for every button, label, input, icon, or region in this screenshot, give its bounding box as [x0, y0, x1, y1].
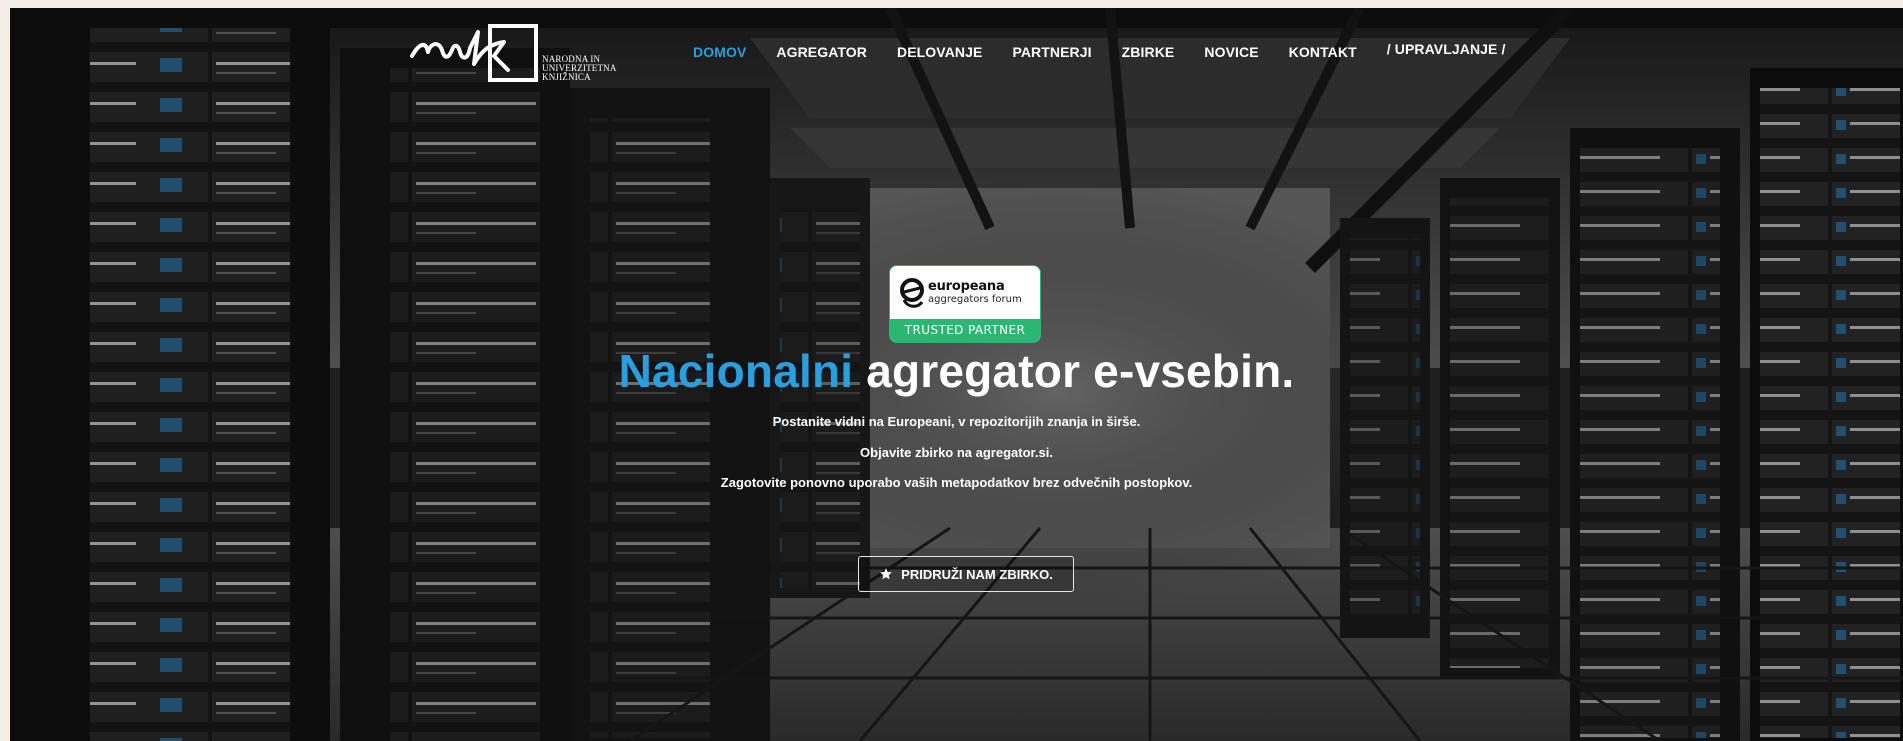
nav-item-partnerji[interactable]: PARTNERJI	[1012, 44, 1091, 60]
logo-text: NARODNA IN UNIVERZITETNA KNJIŽNICA	[542, 55, 642, 82]
europeana-logo-icon	[900, 278, 924, 308]
hero-title-highlight: Nacionalni	[618, 345, 854, 397]
hero-line-2: Objavite zbirko na agregator.si.	[860, 445, 1053, 460]
nav-item-novice[interactable]: NOVICE	[1204, 44, 1258, 60]
badge-subtitle: aggregators forum	[928, 294, 1022, 305]
hero-line-3: Zagotovite ponovno uporabo vaših metapod…	[720, 475, 1193, 490]
nav-item-zbirke[interactable]: ZBIRKE	[1122, 44, 1175, 60]
europeana-trusted-partner-badge[interactable]: europeana aggregators forum TRUSTED PART…	[890, 266, 1040, 342]
nav-item-upravljanje[interactable]: / UPRAVLJANJE /	[1387, 41, 1506, 57]
join-collection-button[interactable]: PRIDRUŽI NAM ZBIRKO.	[858, 556, 1074, 592]
join-collection-label: PRIDRUŽI NAM ZBIRKO.	[901, 566, 1053, 582]
main-nav: DOMOV AGREGATOR DELOVANJE PARTNERJI ZBIR…	[693, 41, 1535, 62]
hero-line-1: Postanite vidni na Europeani, v repozito…	[772, 414, 1141, 429]
nav-item-domov[interactable]: DOMOV	[693, 44, 746, 60]
star-icon	[880, 568, 892, 580]
hero-title: Nacionalni agregator e-vsebin.	[10, 344, 1903, 398]
page-frame: NARODNA IN UNIVERZITETNA KNJIŽNICA DOMOV…	[10, 8, 1903, 741]
logo-line: KNJIŽNICA	[542, 72, 591, 82]
badge-brand: europeana	[928, 279, 1005, 294]
hero-title-rest: agregator e-vsebin.	[853, 345, 1295, 397]
nav-item-kontakt[interactable]: KONTAKT	[1289, 44, 1357, 60]
nav-item-delovanje[interactable]: DELOVANJE	[897, 44, 982, 60]
logo[interactable]: NARODNA IN UNIVERZITETNA KNJIŽNICA	[408, 22, 646, 86]
nuk-logo-mark	[410, 24, 538, 82]
badge-status: TRUSTED PARTNER	[890, 319, 1040, 342]
badge-top: europeana aggregators forum	[890, 266, 1040, 319]
nav-item-agregator[interactable]: AGREGATOR	[776, 44, 867, 60]
